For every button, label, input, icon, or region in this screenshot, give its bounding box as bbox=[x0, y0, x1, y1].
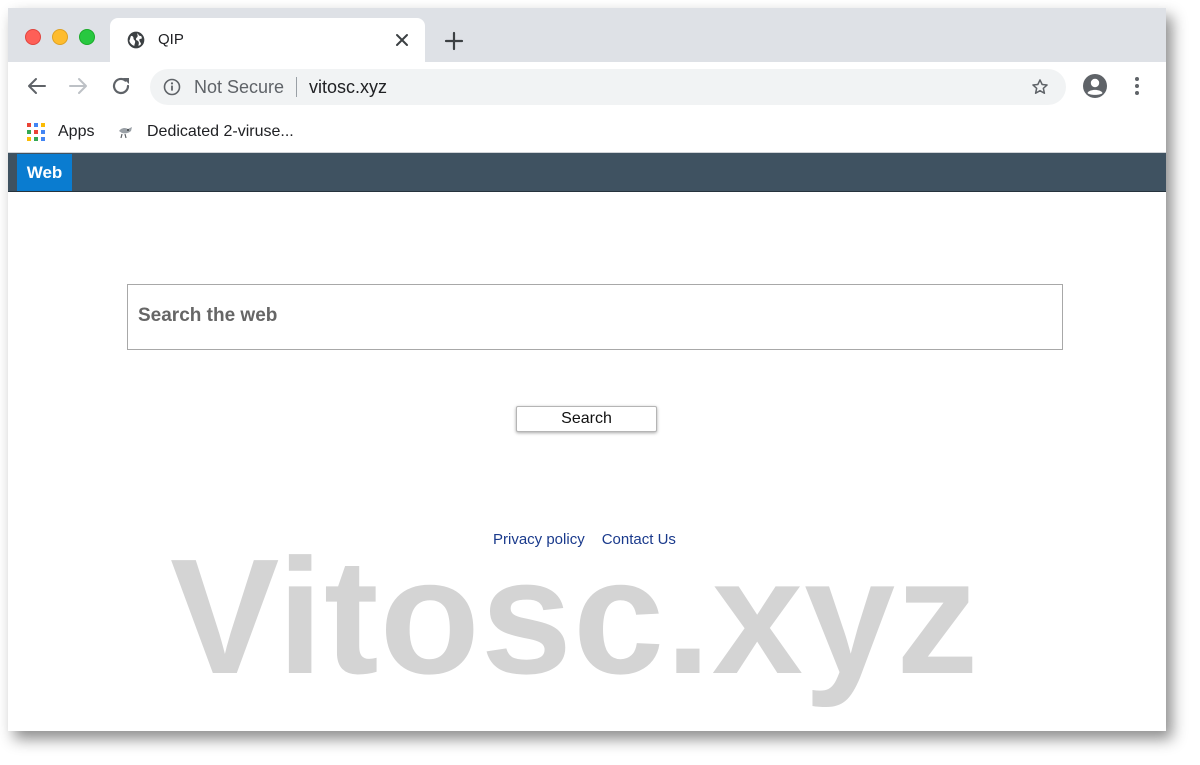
url-text[interactable]: vitosc.xyz bbox=[309, 77, 387, 98]
bookmarks-bar: Apps Dedicated 2-viruse... bbox=[8, 112, 1166, 153]
forward-arrow-icon[interactable] bbox=[66, 74, 90, 98]
footer-links: Privacy policy Contact Us bbox=[493, 531, 676, 548]
new-tab-plus-icon[interactable] bbox=[443, 30, 465, 52]
globe-icon bbox=[127, 31, 145, 49]
window-close-button[interactable] bbox=[25, 29, 41, 45]
security-label[interactable]: Not Secure bbox=[194, 77, 284, 98]
apps-grid-icon bbox=[27, 123, 45, 141]
search-input[interactable] bbox=[136, 285, 1040, 347]
search-box[interactable] bbox=[127, 284, 1063, 350]
profile-avatar-icon[interactable] bbox=[1082, 73, 1108, 99]
search-button[interactable]: Search bbox=[516, 406, 657, 432]
window-minimize-button[interactable] bbox=[52, 29, 68, 45]
info-icon[interactable] bbox=[163, 78, 181, 96]
bookmark-dedicated-label: Dedicated 2-viruse... bbox=[147, 123, 294, 140]
kebab-menu-icon[interactable] bbox=[1127, 75, 1147, 97]
bookmark-star-icon[interactable] bbox=[1030, 77, 1050, 97]
bookmark-dedicated[interactable]: Dedicated 2-viruse... bbox=[116, 120, 294, 144]
bookmark-apps[interactable]: Apps bbox=[27, 120, 94, 144]
tab-web[interactable]: Web bbox=[17, 154, 72, 191]
window-maximize-button[interactable] bbox=[79, 29, 95, 45]
tab-strip: QIP bbox=[8, 8, 1166, 62]
watermark-text: Vitosc.xyz bbox=[170, 525, 980, 708]
contact-us-link[interactable]: Contact Us bbox=[602, 531, 676, 548]
back-arrow-icon[interactable] bbox=[25, 74, 49, 98]
bookmark-apps-label: Apps bbox=[58, 123, 95, 140]
browser-tab[interactable]: QIP bbox=[110, 18, 425, 62]
browser-window: QIP Not Secure vitosc.xyz Apps Dedicated… bbox=[8, 8, 1166, 731]
close-icon[interactable] bbox=[393, 31, 411, 49]
site-nav-bar: Web bbox=[8, 153, 1166, 192]
browser-toolbar: Not Secure vitosc.xyz bbox=[8, 62, 1166, 112]
privacy-policy-link[interactable]: Privacy policy bbox=[493, 531, 585, 548]
reload-icon[interactable] bbox=[109, 74, 133, 98]
address-bar[interactable]: Not Secure vitosc.xyz bbox=[150, 69, 1066, 105]
tab-title: QIP bbox=[158, 31, 184, 48]
omnibox-divider bbox=[296, 77, 297, 97]
page-content: Web Vitosc.xyz Search Privacy policy Con… bbox=[8, 153, 1166, 731]
bookmark-favicon bbox=[119, 127, 132, 139]
